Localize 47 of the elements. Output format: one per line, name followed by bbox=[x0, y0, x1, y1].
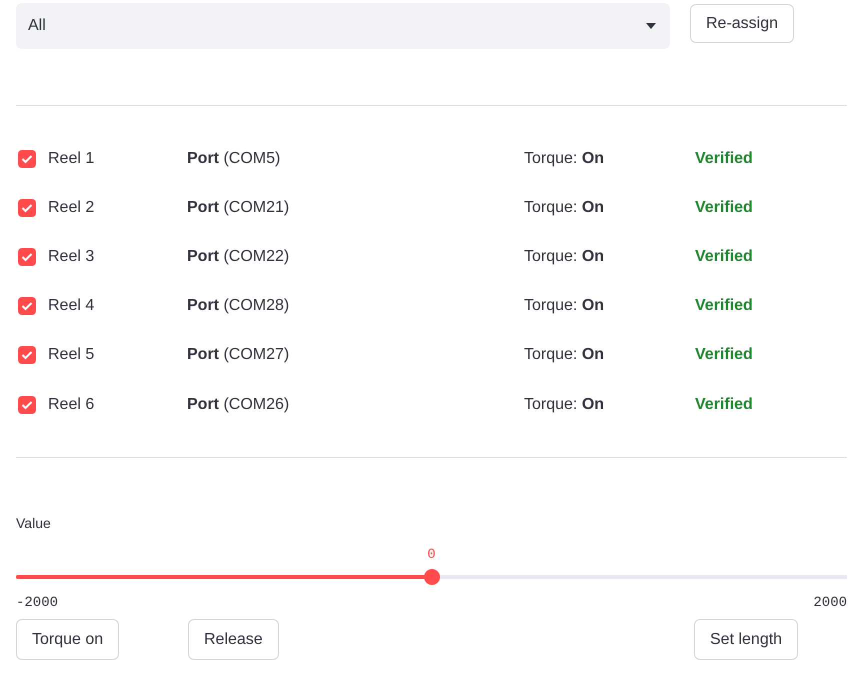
action-button[interactable]: Torque on bbox=[16, 619, 120, 660]
reel-label: Reel 6 bbox=[48, 396, 94, 414]
checkbox[interactable] bbox=[18, 297, 36, 316]
filter-select[interactable]: All bbox=[16, 3, 670, 49]
checkbox[interactable] bbox=[18, 346, 36, 364]
torque-text: Torque: On bbox=[524, 248, 606, 266]
slider-value: 0 bbox=[427, 547, 436, 564]
reel-label: Reel 5 bbox=[48, 346, 94, 364]
checkbox[interactable] bbox=[18, 150, 36, 168]
port-text: Port (COM21) bbox=[187, 198, 290, 217]
torque-text: Torque: On bbox=[524, 396, 606, 414]
caret-icon bbox=[646, 23, 656, 29]
torque-text: Torque: On bbox=[524, 198, 606, 217]
reel-label: Reel 4 bbox=[48, 297, 94, 316]
status-text: Verified bbox=[695, 346, 754, 364]
port-text: Port (COM5) bbox=[187, 150, 282, 168]
torque-text: Torque: On bbox=[524, 297, 606, 316]
slider-label: Value bbox=[16, 515, 52, 532]
torque-text: Torque: On bbox=[524, 346, 606, 364]
status-text: Verified bbox=[695, 150, 754, 168]
max-label: 2000 bbox=[813, 595, 847, 612]
check-icon bbox=[21, 154, 33, 164]
checkbox[interactable] bbox=[18, 248, 36, 266]
torque-text: Torque: On bbox=[524, 150, 606, 168]
port-text: Port (COM27) bbox=[187, 346, 290, 364]
port-text: Port (COM22) bbox=[187, 248, 290, 266]
status-text: Verified bbox=[695, 248, 754, 266]
min-label: -2000 bbox=[16, 595, 58, 612]
check-icon bbox=[21, 400, 33, 410]
check-icon bbox=[21, 301, 33, 312]
action-button[interactable]: Set length bbox=[694, 619, 798, 660]
reel-label: Reel 2 bbox=[48, 198, 94, 217]
check-icon bbox=[21, 350, 33, 360]
status-text: Verified bbox=[695, 198, 754, 217]
port-text: Port (COM28) bbox=[187, 297, 290, 316]
action-button[interactable]: Release bbox=[188, 619, 279, 660]
port-text: Port (COM26) bbox=[187, 396, 290, 414]
slider-thumb[interactable] bbox=[424, 569, 440, 586]
checkbox[interactable] bbox=[18, 396, 36, 414]
reel-label: Reel 3 bbox=[48, 248, 94, 266]
checkbox[interactable] bbox=[18, 198, 36, 217]
check-icon bbox=[21, 252, 33, 262]
check-icon bbox=[21, 202, 33, 213]
status-text: Verified bbox=[695, 297, 754, 316]
status-text: Verified bbox=[695, 396, 754, 414]
reassign-button[interactable]: Re-assign bbox=[690, 4, 794, 43]
reel-label: Reel 1 bbox=[48, 150, 94, 168]
